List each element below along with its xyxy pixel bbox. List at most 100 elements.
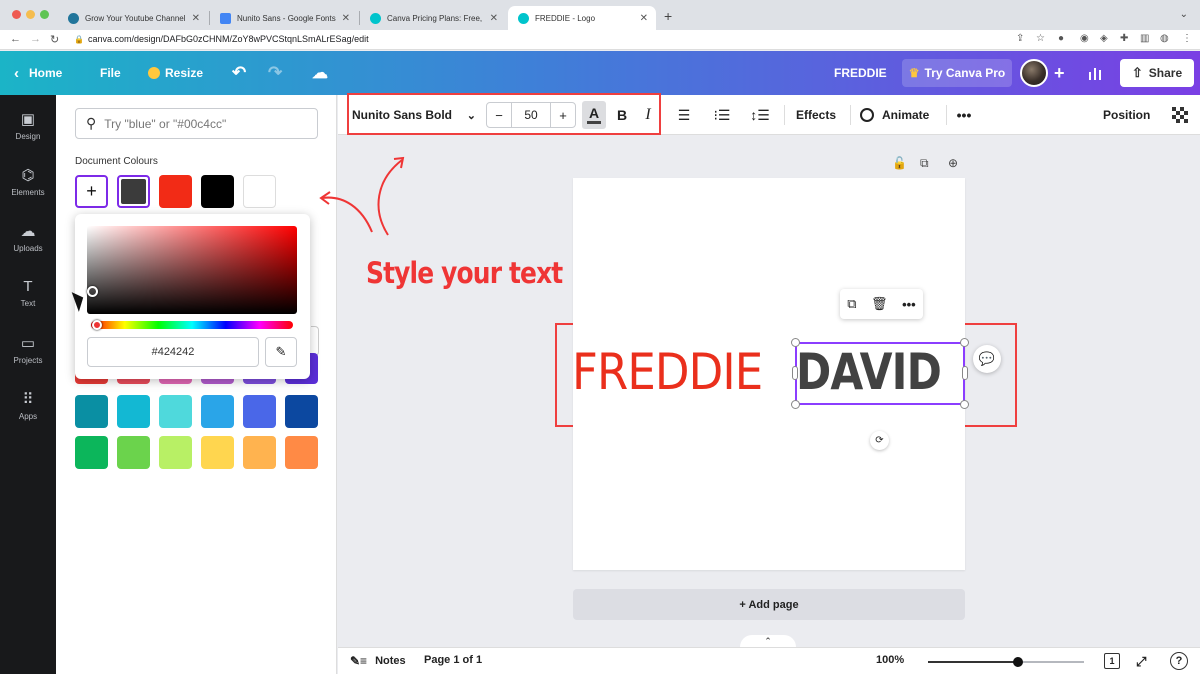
palette-swatch[interactable] [75,436,108,469]
saturation-knob[interactable] [87,286,98,297]
share-page-icon[interactable]: ⇪ [1016,33,1024,44]
zoom-slider-knob[interactable] [1013,657,1024,667]
hex-input[interactable]: #424242 [87,337,259,367]
zoom-percent[interactable]: 100% [876,654,904,666]
redo-icon[interactable]: ↷ [268,51,282,95]
list-icon[interactable]: ⁝☰ [710,103,734,127]
close-tab-icon[interactable]: ✕ [640,13,648,24]
align-center-icon[interactable]: ☰ [672,103,696,127]
palette-swatch[interactable] [159,436,192,469]
avatar[interactable] [1020,59,1048,87]
logo-text-freddie[interactable]: FREDDIE [572,342,763,402]
eyedropper-button[interactable]: ✎ [265,337,297,367]
document-color-swatch[interactable] [201,175,234,208]
home-button[interactable]: ‹ Home [14,51,62,95]
show-pages-chevron-icon[interactable]: ⌃ [740,635,796,647]
insights-chart-icon[interactable] [1088,51,1104,95]
position-button[interactable]: Position [1103,103,1150,127]
animate-button[interactable]: Animate [860,103,929,127]
document-color-swatch[interactable] [243,175,276,208]
close-window-button[interactable] [12,10,21,19]
help-icon[interactable]: ? [1170,652,1188,670]
rail-item-design[interactable]: ▣ Design [0,99,56,151]
page-count-button[interactable]: 1 [1104,653,1120,669]
more-options-icon[interactable]: ••• [952,103,976,127]
undo-icon[interactable]: ↶ [232,51,246,95]
palette-swatch[interactable] [159,395,192,428]
rail-item-text[interactable]: T Text [0,267,56,319]
spacing-icon[interactable]: ↕☰ [748,103,772,127]
effects-button[interactable]: Effects [796,103,836,127]
color-search-input[interactable]: ⚲ Try "blue" or "#00c4cc" [75,108,318,139]
close-tab-icon[interactable]: ✕ [342,13,350,24]
rail-item-projects[interactable]: ▭ Projects [0,323,56,375]
hue-slider[interactable] [91,321,293,329]
resize-handle[interactable] [791,400,800,409]
minimize-window-button[interactable] [26,10,35,19]
palette-swatch[interactable] [285,436,318,469]
palette-swatch[interactable] [201,395,234,428]
url-field[interactable]: 🔒 canva.com/design/DAFbG0zCHNM/ZoY8wPVCSt… [74,34,369,44]
resize-handle[interactable] [791,338,800,347]
saturation-value-area[interactable] [87,226,297,314]
resize-button[interactable]: Resize [148,51,203,95]
try-canva-pro-button[interactable]: ♛ Try Canva Pro [902,59,1012,87]
add-page-button[interactable]: + Add page [573,589,965,620]
add-comment-icon[interactable]: 💬 [973,345,1001,373]
palette-swatch[interactable] [243,436,276,469]
profile-icon[interactable]: ◍ [1160,33,1169,44]
rail-item-uploads[interactable]: ☁ Uploads [0,211,56,263]
palette-swatch[interactable] [75,395,108,428]
file-menu-button[interactable]: File [100,51,121,95]
document-color-swatch[interactable] [117,175,150,208]
back-icon[interactable]: ← [10,33,21,45]
palette-swatch[interactable] [201,436,234,469]
palette-swatch[interactable] [243,395,276,428]
camera-extension-icon[interactable]: ◉ [1080,33,1089,44]
transparency-icon[interactable] [1168,103,1192,127]
palette-swatch[interactable] [117,395,150,428]
document-color-swatch[interactable] [159,175,192,208]
tab-search-chevron-icon[interactable]: ⌄ [1180,9,1188,20]
reload-icon[interactable]: ↻ [50,33,59,46]
cloud-save-icon[interactable]: ☁ [312,51,328,95]
page-indicator[interactable]: Page 1 of 1 [424,654,482,666]
side-handle[interactable] [962,366,968,380]
share-button[interactable]: ⇧ Share [1120,59,1194,87]
zoom-window-button[interactable] [40,10,49,19]
forward-icon[interactable]: → [30,33,41,45]
lock-page-icon[interactable]: 🔓 [892,156,907,170]
add-collaborator-icon[interactable]: + [1054,51,1065,95]
delete-element-icon[interactable]: 🗑 [871,296,888,312]
extension-icon[interactable]: ● [1058,33,1064,44]
close-tab-icon[interactable]: ✕ [490,13,498,24]
browser-menu-icon[interactable]: ⋮ [1182,33,1192,44]
notes-button[interactable]: ✎≡ Notes [350,654,406,668]
palette-swatch[interactable] [117,436,150,469]
document-title[interactable]: FREDDIE [834,51,887,95]
duplicate-element-icon[interactable]: ⧉ [847,296,856,312]
extension-icon[interactable]: ◈ [1100,33,1108,44]
add-page-icon[interactable]: ⊕ [948,156,958,170]
side-handle[interactable] [792,366,798,380]
resize-handle[interactable] [960,400,969,409]
rail-item-apps[interactable]: ⠿ Apps [0,379,56,431]
browser-tab-2[interactable]: Nunito Sans - Google Fonts ✕ [210,6,358,30]
browser-tab-active[interactable]: FREDDIE - Logo ✕ [508,6,656,30]
palette-swatch[interactable] [285,395,318,428]
rotate-icon[interactable]: ⟳ [870,431,889,450]
new-tab-icon[interactable]: + [664,8,672,24]
add-color-button[interactable]: + [75,175,108,208]
fullscreen-icon[interactable]: ⤢ [1136,654,1146,670]
resize-handle[interactable] [960,338,969,347]
rail-item-elements[interactable]: ⌬ Elements [0,155,56,207]
browser-tab-3[interactable]: Canva Pricing Plans: Free, Pro ✕ [360,6,506,30]
close-tab-icon[interactable]: ✕ [192,13,200,24]
bookmark-star-icon[interactable]: ☆ [1036,33,1045,44]
duplicate-page-icon[interactable]: ⧉ [920,156,929,171]
hue-knob[interactable] [92,320,102,330]
browser-tab-1[interactable]: Grow Your Youtube Channel F ✕ [58,6,208,30]
more-element-options-icon[interactable]: ••• [902,297,916,312]
puzzle-icon[interactable]: ✚ [1120,33,1128,44]
sidebar-icon[interactable]: ▥ [1140,33,1149,44]
